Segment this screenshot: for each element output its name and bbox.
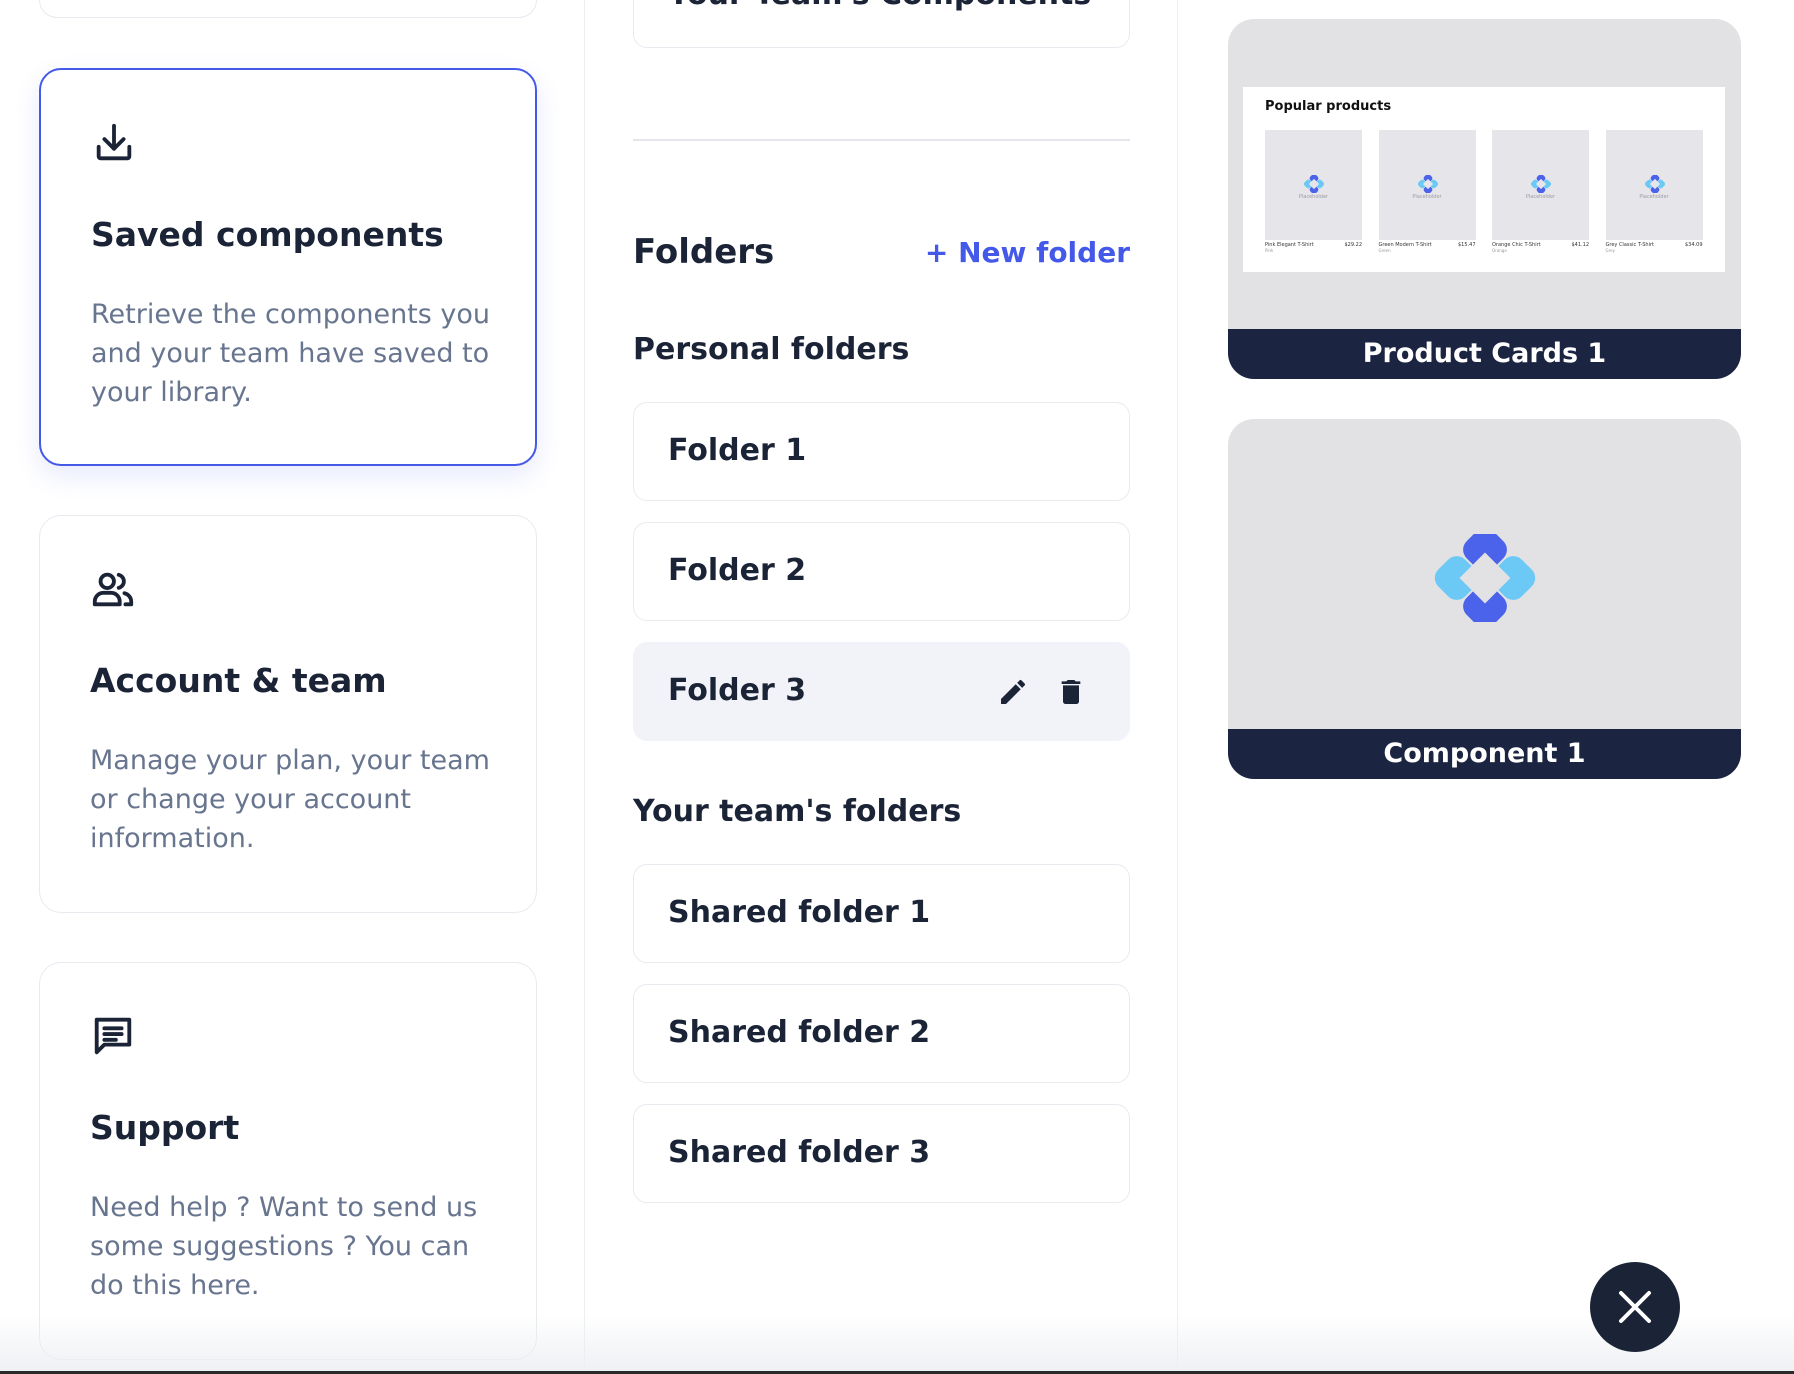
menu-card-support[interactable]: Support Need help ? Want to send us some…: [39, 962, 537, 1360]
component-preview: Popular products Placeholder Pink Elegant…: [1243, 87, 1725, 272]
component-name: Product Cards 1: [1228, 329, 1741, 379]
placeholder-label: Placeholder: [1298, 194, 1329, 200]
preview-product-image: Placeholder: [1492, 130, 1589, 240]
preview-product-meta: Grey Classic T-Shirt $34.09 Grey: [1606, 240, 1703, 254]
folder-name: Shared folder 2: [668, 1015, 931, 1050]
trash-icon[interactable]: [1055, 676, 1087, 708]
preview-product-color: Pink: [1265, 248, 1274, 253]
preview-product-color: Grey: [1605, 248, 1615, 253]
folder-row[interactable]: Shared folder 2: [633, 984, 1130, 1083]
folders-title: Folders: [633, 232, 775, 272]
section-divider: [633, 139, 1130, 141]
menu-card-title: Account & team: [90, 661, 387, 700]
placeholder-label: Placeholder: [1525, 194, 1556, 200]
new-folder-button[interactable]: + New folder: [925, 236, 1130, 269]
component-logo-icon: [1434, 534, 1536, 622]
preview-product: Placeholder Pink Elegant T-Shirt $29.22 Pin…: [1265, 130, 1362, 254]
placeholder-logo-icon: [1644, 175, 1665, 193]
placeholder-logo-icon: [1303, 175, 1325, 193]
close-icon: [1619, 1291, 1651, 1323]
folder-name: Folder 2: [668, 553, 807, 588]
menu-card-title: Saved components: [91, 215, 444, 254]
menu-card-description: Need help ? Want to send us some suggest…: [90, 1192, 478, 1301]
column-divider: [1177, 0, 1178, 1374]
preview-product-image: Placeholder: [1605, 130, 1703, 240]
folder-name: Shared folder 1: [668, 895, 931, 930]
placeholder-label: Placeholder: [1639, 194, 1669, 200]
close-button[interactable]: [1590, 1262, 1680, 1352]
edit-icon[interactable]: [997, 676, 1029, 708]
component-name: Component 1: [1228, 729, 1741, 779]
preview-product-meta: Green Modern T-Shirt $15.47 Green: [1379, 240, 1476, 254]
folder-row[interactable]: Folder 3: [633, 642, 1130, 741]
component-card-component-1[interactable]: Component 1: [1228, 419, 1741, 779]
personal-folders-heading: Personal folders: [633, 332, 910, 367]
download-icon: [91, 120, 137, 166]
team-components-label: Your Team's Components: [668, 0, 1091, 12]
preview-product-color: Orange: [1492, 248, 1507, 253]
placeholder-label: Placeholder: [1412, 194, 1442, 200]
preview-product-color: Green: [1378, 248, 1391, 253]
preview-product-meta: Pink Elegant T-Shirt $29.22 Pink: [1265, 240, 1362, 254]
component-card-product-cards[interactable]: Popular products Placeholder Pink Elegant…: [1228, 19, 1741, 379]
team-folders-heading: Your team's folders: [633, 794, 962, 829]
folder-row[interactable]: Folder 1: [633, 402, 1130, 501]
folder-row[interactable]: Folder 2: [633, 522, 1130, 621]
preview-title: Popular products: [1265, 99, 1392, 114]
menu-card-description: Retrieve the components you and your tea…: [91, 299, 491, 408]
preview-product-meta: Orange Chic T-Shirt $41.12 Orange: [1492, 240, 1589, 254]
folder-name: Shared folder 3: [668, 1135, 931, 1170]
app-root: Saved components Retrieve the components…: [0, 0, 1794, 1374]
team-components-link[interactable]: Your Team's Components: [633, 0, 1130, 48]
column-divider: [584, 0, 585, 1374]
placeholder-logo-icon: [1530, 175, 1552, 193]
menu-card-saved-components[interactable]: Saved components Retrieve the components…: [39, 68, 537, 466]
menu-card-partial[interactable]: [39, 0, 537, 18]
preview-product: Placeholder Green Modern T-Shirt $15.47 Gre…: [1378, 130, 1476, 254]
users-icon: [90, 566, 136, 612]
folder-row[interactable]: Shared folder 1: [633, 864, 1130, 963]
chat-icon: [90, 1013, 136, 1059]
menu-card-title: Support: [90, 1108, 240, 1147]
preview-product: Placeholder Orange Chic T-Shirt $41.12 Oran…: [1492, 130, 1589, 254]
folder-row[interactable]: Shared folder 3: [633, 1104, 1130, 1203]
preview-product-price: $15.47: [1458, 242, 1476, 248]
menu-card-account-team[interactable]: Account & team Manage your plan, your te…: [39, 515, 537, 913]
folder-name: Folder 1: [668, 433, 807, 468]
preview-product-price: $34.09: [1685, 242, 1703, 248]
placeholder-logo-icon: [1417, 175, 1438, 193]
preview-product-price: $41.12: [1571, 242, 1590, 248]
folder-name: Folder 3: [668, 673, 807, 708]
preview-product: Placeholder Grey Classic T-Shirt $34.09 Gre…: [1605, 130, 1703, 254]
preview-product-price: $29.22: [1344, 242, 1363, 248]
preview-product-image: Placeholder: [1378, 130, 1476, 240]
preview-product-image: Placeholder: [1265, 130, 1362, 240]
menu-card-description: Manage your plan, your team or change yo…: [90, 745, 490, 854]
